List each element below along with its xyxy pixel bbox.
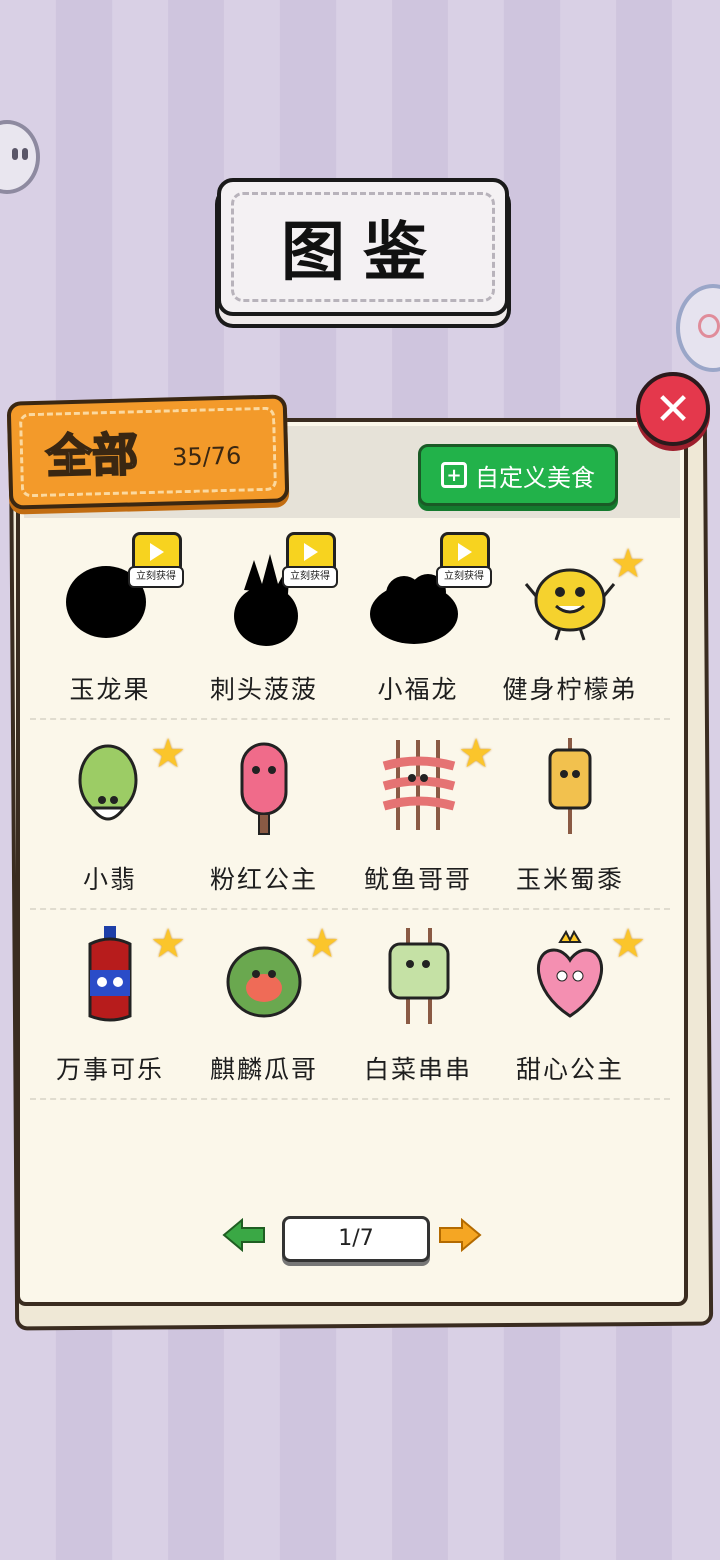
- food-card[interactable]: ★ 麒麟瓜哥: [186, 910, 342, 1098]
- food-card[interactable]: 玉米蜀黍: [492, 720, 648, 908]
- squid-skewer-icon: [382, 740, 456, 830]
- food-name: 玉龙果: [69, 675, 151, 704]
- food-card[interactable]: 粉红公主: [186, 720, 342, 908]
- melon-character-icon: [226, 946, 302, 1018]
- video-unlock-badge[interactable]: 立刻获得: [282, 532, 338, 588]
- sweetheart-character-icon: [536, 929, 604, 1018]
- food-card[interactable]: ★ 甜心公主: [492, 910, 648, 1098]
- cabbage-skewer-icon: [388, 928, 450, 1024]
- side-avatar-right[interactable]: [676, 284, 720, 372]
- collection-count: 35/76: [171, 441, 242, 472]
- video-tag: 立刻获得: [128, 566, 184, 588]
- food-card[interactable]: 立刻获得 刺头菠菠: [186, 530, 342, 718]
- food-name: 鱿鱼哥哥: [363, 865, 472, 894]
- food-card[interactable]: 立刻获得 小福龙: [340, 530, 496, 718]
- lemon-character-icon: [524, 568, 616, 641]
- collection-grid: 立刻获得 玉龙果 立刻获得 刺头菠菠 立刻获得 小福龙 ★ 健身柠檬弟 ★ 小翡…: [30, 530, 670, 1100]
- title-plate: 图鉴: [217, 178, 509, 316]
- corn-skewer-icon: [548, 738, 592, 834]
- prev-arrow-icon[interactable]: [222, 1218, 266, 1252]
- food-name: 小翡: [82, 865, 137, 894]
- custom-food-label: 自定义美食: [475, 463, 595, 492]
- avatar-eye-icon: [22, 148, 28, 160]
- food-card[interactable]: 白菜串串: [340, 910, 496, 1098]
- food-card[interactable]: ★ 小翡: [32, 720, 188, 908]
- cola-character-icon: [88, 926, 132, 1022]
- custom-food-button[interactable]: + 自定义美食: [418, 444, 618, 506]
- food-name: 健身柠檬弟: [502, 675, 638, 704]
- food-card[interactable]: ★ 健身柠檬弟: [492, 530, 648, 718]
- star-icon: ★: [610, 541, 646, 587]
- popsicle-character-icon: [240, 742, 288, 835]
- plus-icon: +: [441, 462, 467, 488]
- close-icon: ✕: [654, 383, 692, 435]
- food-name: 粉红公主: [209, 865, 318, 894]
- grid-row: 立刻获得 玉龙果 立刻获得 刺头菠菠 立刻获得 小福龙 ★ 健身柠檬弟: [30, 530, 670, 720]
- food-name: 万事可乐: [55, 1055, 164, 1084]
- food-name: 麒麟瓜哥: [209, 1055, 318, 1084]
- side-avatar-left[interactable]: [0, 120, 40, 194]
- next-arrow-icon[interactable]: [438, 1218, 482, 1252]
- video-tag: 立刻获得: [436, 566, 492, 588]
- star-icon: ★: [150, 731, 186, 777]
- star-icon: ★: [150, 921, 186, 967]
- food-card[interactable]: ★ 鱿鱼哥哥: [340, 720, 496, 908]
- close-button[interactable]: ✕: [636, 372, 710, 446]
- tab-label: 全部: [44, 426, 139, 484]
- page-indicator: 1/7: [282, 1216, 430, 1262]
- page-title: 图鉴: [231, 192, 495, 302]
- pagination: 1/7: [222, 1212, 486, 1266]
- video-tag: 立刻获得: [282, 566, 338, 588]
- food-card[interactable]: 立刻获得 玉龙果: [32, 530, 188, 718]
- grid-row: ★ 万事可乐 ★ 麒麟瓜哥 白菜串串 ★ 甜心公主: [30, 910, 670, 1100]
- food-name: 玉米蜀黍: [515, 865, 624, 894]
- star-icon: ★: [610, 921, 646, 967]
- video-unlock-badge[interactable]: 立刻获得: [128, 532, 184, 588]
- star-icon: ★: [458, 731, 494, 777]
- video-unlock-badge[interactable]: 立刻获得: [436, 532, 492, 588]
- food-name: 小福龙: [377, 675, 459, 704]
- food-card[interactable]: ★ 万事可乐: [32, 910, 188, 1098]
- food-name: 白菜串串: [363, 1055, 472, 1084]
- food-name: 刺头菠菠: [209, 675, 318, 704]
- bokchoy-character-icon: [78, 744, 138, 821]
- food-name: 甜心公主: [515, 1055, 624, 1084]
- avatar-eye-icon: [12, 148, 18, 160]
- grid-row: ★ 小翡 粉红公主 ★ 鱿鱼哥哥 玉米蜀黍: [30, 720, 670, 910]
- tab-all[interactable]: 全部 35/76: [6, 394, 290, 510]
- star-icon: ★: [304, 921, 340, 967]
